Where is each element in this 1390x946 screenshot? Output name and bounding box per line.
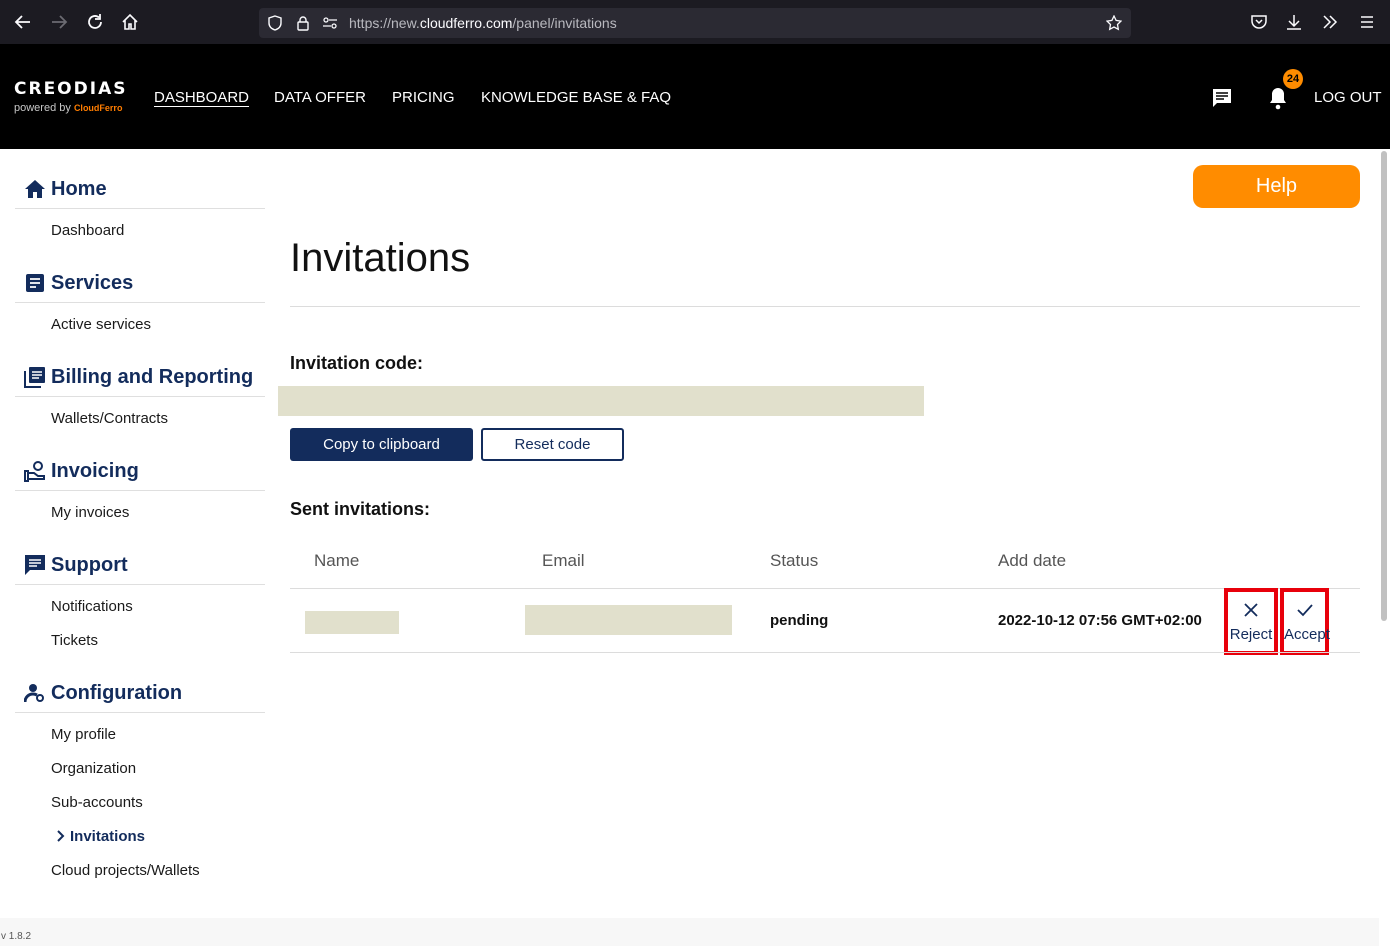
configuration-icon <box>24 682 46 704</box>
sidebar-item-cloud-projects[interactable]: Cloud projects/Wallets <box>51 862 200 879</box>
nav-pricing[interactable]: PRICING <box>392 89 455 106</box>
page-scrollbar[interactable] <box>1379 149 1390 946</box>
column-header-add-date: Add date <box>998 551 1067 570</box>
sidebar-section-configuration[interactable]: Configuration <box>15 679 265 713</box>
home-browser-icon[interactable] <box>120 12 140 32</box>
reject-button[interactable]: Reject <box>1224 588 1278 655</box>
powered-by: powered by CloudFerro <box>14 102 123 114</box>
permissions-icon[interactable] <box>322 15 338 31</box>
version-label: v 1.8.2 <box>1 931 32 942</box>
footer-bar <box>0 918 1390 946</box>
sidebar-item-tickets[interactable]: Tickets <box>51 632 98 649</box>
name-cell-redacted <box>305 611 399 634</box>
reset-code-button[interactable]: Reset code <box>481 428 624 461</box>
notification-badge: 24 <box>1283 69 1303 89</box>
accept-button[interactable]: Accept <box>1280 588 1330 655</box>
creodias-logo[interactable]: CREODIAS <box>14 79 127 99</box>
sidebar-item-notifications[interactable]: Notifications <box>51 598 133 615</box>
sidebar-item-sub-accounts[interactable]: Sub-accounts <box>51 794 143 811</box>
bookmark-star-icon[interactable] <box>1106 15 1122 31</box>
column-header-status: Status <box>770 551 819 570</box>
url-text: https://new.cloudferro.com/panel/invitat… <box>349 15 617 31</box>
overflow-chevrons-icon[interactable] <box>1320 12 1340 32</box>
forward-arrow-icon[interactable] <box>49 12 69 32</box>
reload-icon[interactable] <box>85 12 105 32</box>
sidebar-section-support[interactable]: Support <box>15 551 265 585</box>
home-icon <box>24 178 46 200</box>
sidebar-item-wallets-contracts[interactable]: Wallets/Contracts <box>51 410 168 427</box>
sidebar-item-organization[interactable]: Organization <box>51 760 136 777</box>
sidebar-item-my-invoices[interactable]: My invoices <box>51 504 129 521</box>
nav-data-offer[interactable]: DATA OFFER <box>274 89 366 106</box>
title-divider <box>290 306 1360 307</box>
sidebar-section-invoicing[interactable]: Invoicing <box>15 457 265 491</box>
site-header: CREODIAS powered by CloudFerro DASHBOARD… <box>0 44 1390 149</box>
lock-icon[interactable] <box>295 15 311 31</box>
support-icon <box>24 554 46 576</box>
address-bar[interactable]: https://new.cloudferro.com/panel/invitat… <box>259 8 1131 38</box>
checkmark-icon <box>1284 600 1325 620</box>
bell-icon[interactable] <box>1266 86 1290 110</box>
copy-to-clipboard-button[interactable]: Copy to clipboard <box>290 428 473 461</box>
scroll-thumb[interactable] <box>1381 151 1387 621</box>
hamburger-menu-icon[interactable] <box>1357 12 1377 32</box>
browser-toolbar: https://new.cloudferro.com/panel/invitat… <box>0 0 1390 44</box>
billing-icon <box>24 366 46 388</box>
status-cell: pending <box>770 612 829 629</box>
services-icon <box>24 272 46 294</box>
sidebar-item-my-profile[interactable]: My profile <box>51 726 116 743</box>
column-header-email: Email <box>542 551 585 570</box>
invitation-code-label: Invitation code: <box>290 353 424 373</box>
page-title: Invitations <box>290 236 471 280</box>
sidebar-item-dashboard[interactable]: Dashboard <box>51 222 124 239</box>
close-x-icon <box>1228 600 1274 620</box>
invoicing-icon <box>24 460 46 482</box>
sidebar-section-services[interactable]: Services <box>15 269 265 303</box>
sent-invitations-label: Sent invitations: <box>290 499 431 519</box>
table-header-divider <box>290 588 1360 589</box>
help-button[interactable]: Help <box>1193 165 1360 208</box>
sidebar-section-billing[interactable]: Billing and Reporting <box>15 363 265 397</box>
back-arrow-icon[interactable] <box>13 12 33 32</box>
shield-icon[interactable] <box>267 15 283 31</box>
sidebar-section-home[interactable]: Home <box>15 175 265 209</box>
nav-dashboard[interactable]: DASHBOARD <box>154 89 249 106</box>
messages-icon[interactable] <box>1210 86 1234 110</box>
chevron-right-icon <box>57 830 65 842</box>
pocket-icon[interactable] <box>1249 12 1269 32</box>
add-date-cell: 2022-10-12 07:56 GMT+02:00 <box>998 612 1202 629</box>
download-icon[interactable] <box>1284 12 1304 32</box>
table-row-divider <box>290 652 1360 653</box>
logout-link[interactable]: LOG OUT <box>1314 89 1382 106</box>
column-header-name: Name <box>314 551 360 570</box>
sidebar-item-invitations[interactable]: Invitations <box>70 828 145 845</box>
sidebar-item-active-services[interactable]: Active services <box>51 316 151 333</box>
email-cell-redacted <box>525 605 732 635</box>
invitation-code-redacted <box>278 386 924 416</box>
nav-knowledge-base[interactable]: KNOWLEDGE BASE & FAQ <box>481 89 671 106</box>
